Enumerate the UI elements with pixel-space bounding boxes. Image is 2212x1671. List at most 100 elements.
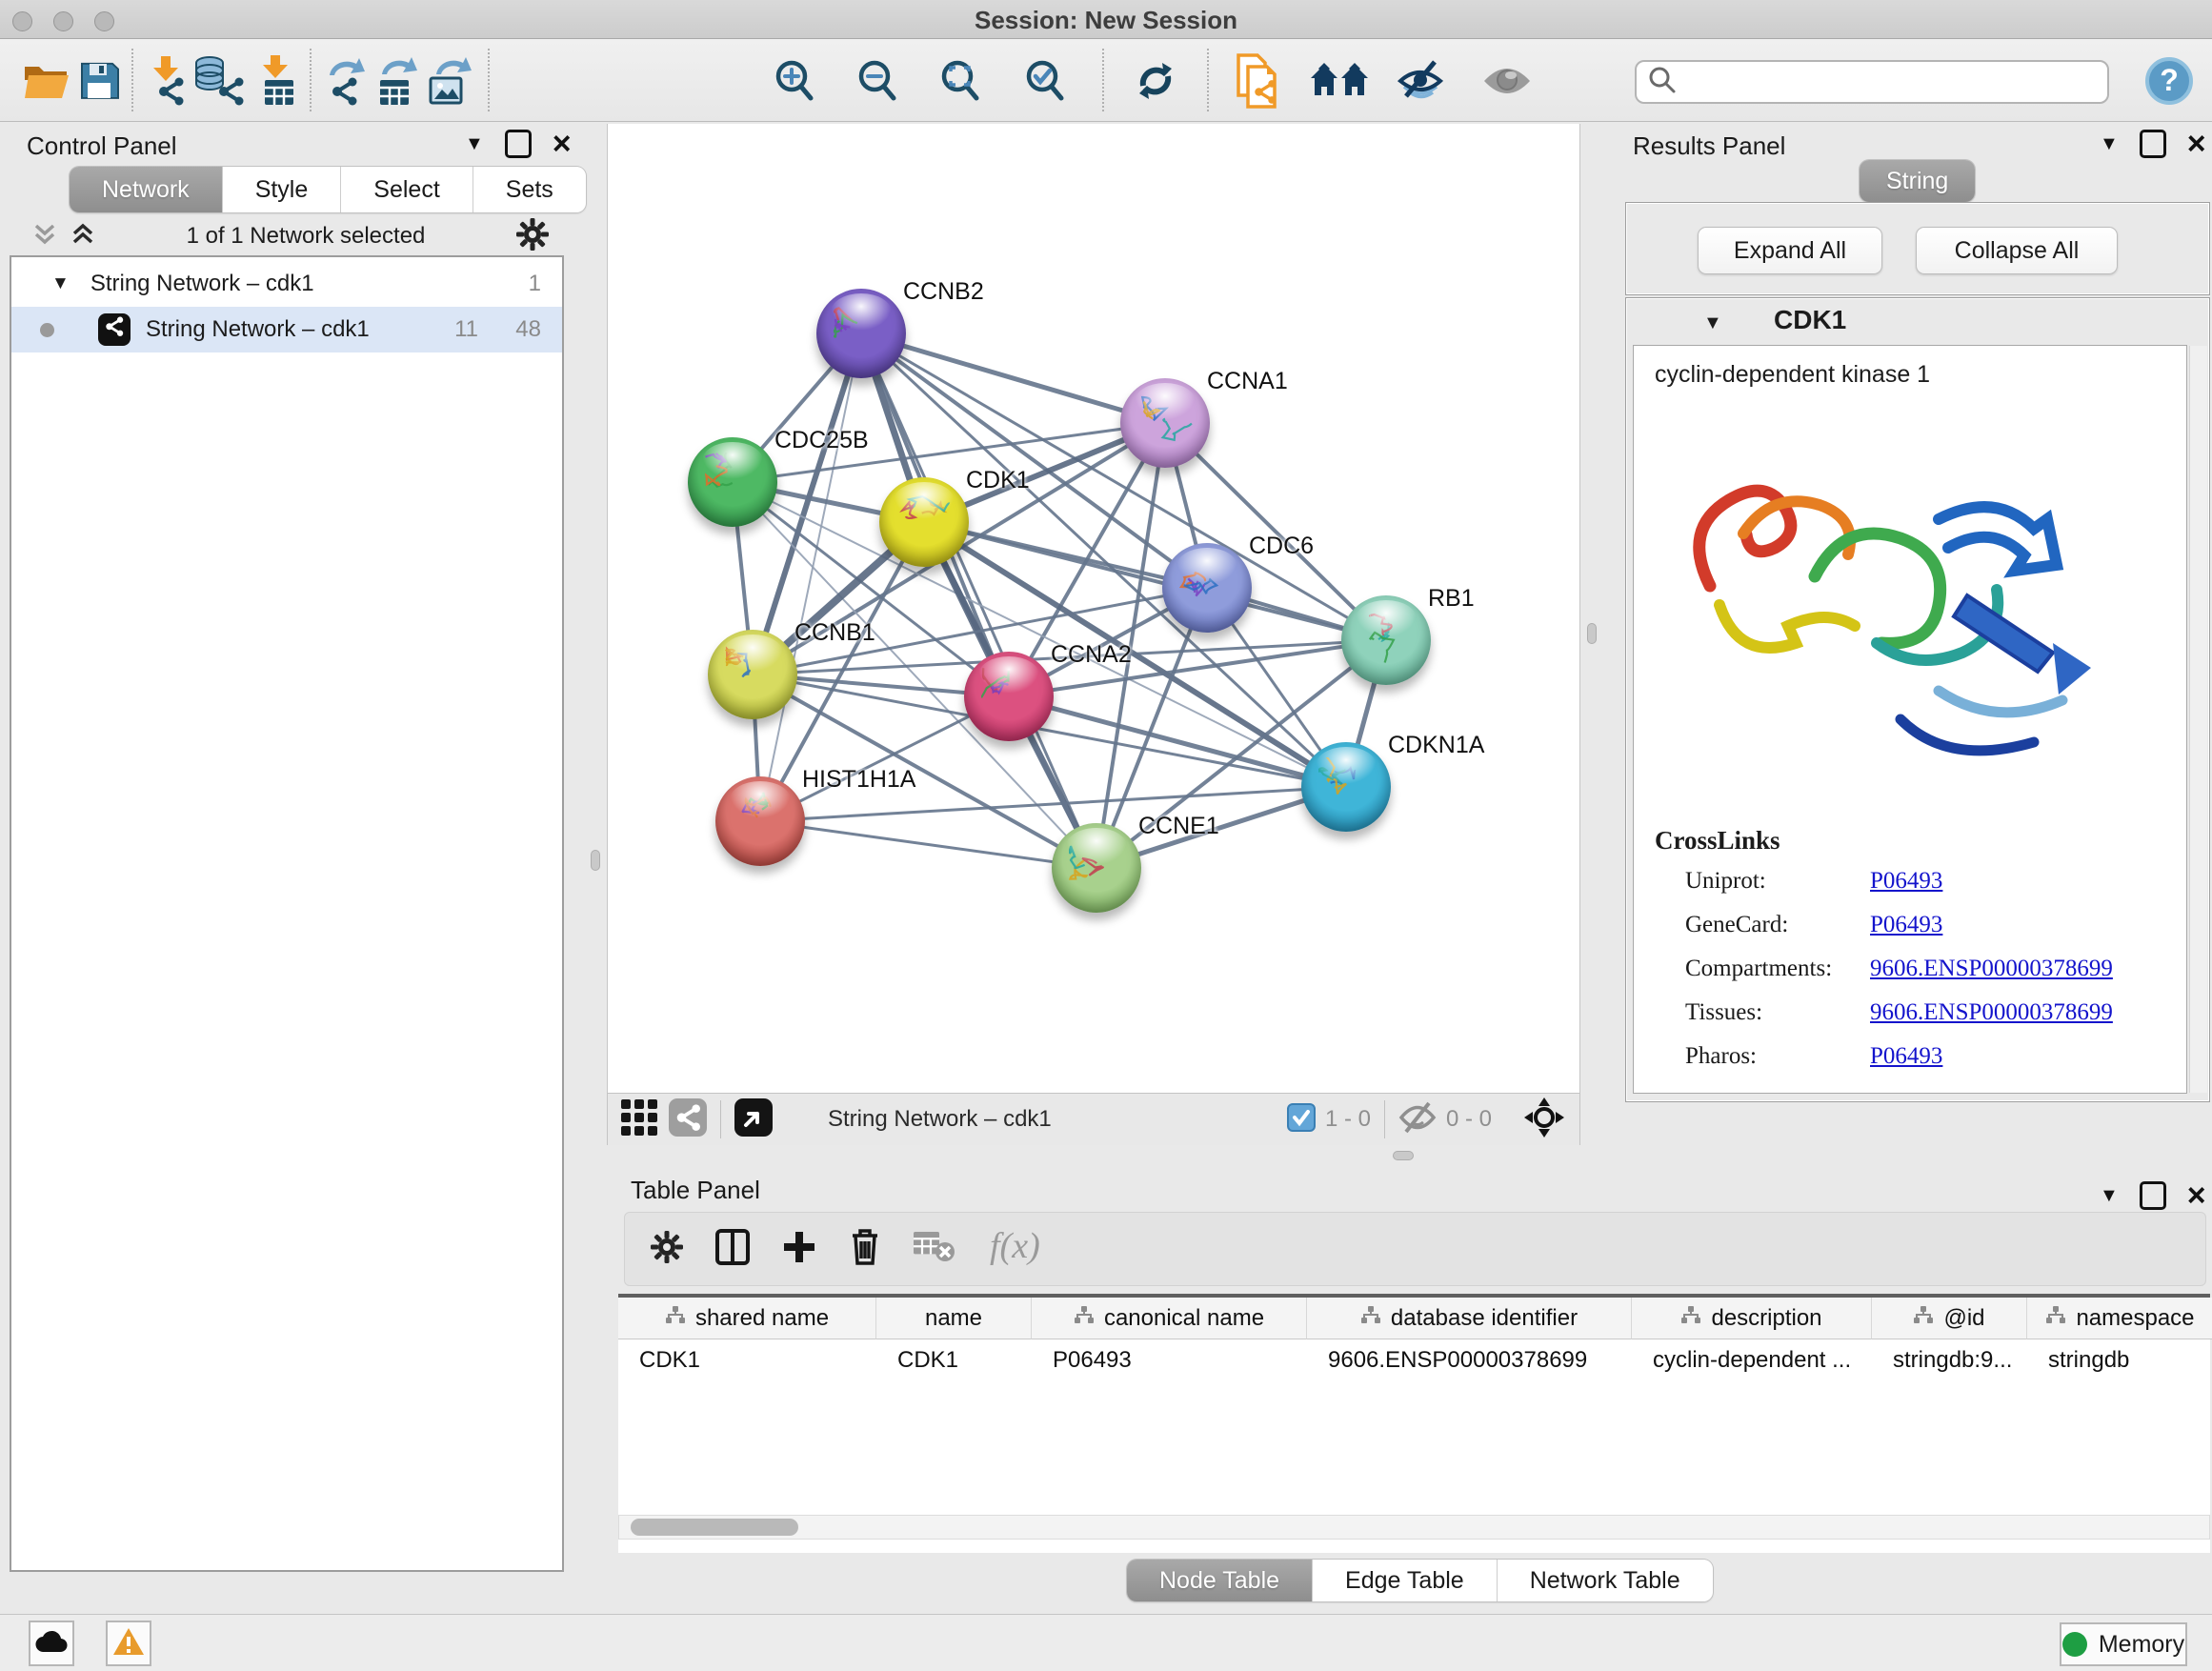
network-node-ccna2[interactable] [964, 652, 1054, 741]
cloud-status-button[interactable] [29, 1621, 74, 1666]
crosslink-value-link[interactable]: P06493 [1870, 1043, 1942, 1070]
network-collection-row[interactable]: ▼ String Network – cdk1 1 [11, 261, 562, 307]
gene-detail-box: cyclin-dependent kinase 1 CrossLinks Uni… [1633, 345, 2187, 1094]
close-panel-icon[interactable]: × [2187, 1184, 2206, 1207]
float-panel-icon[interactable] [2140, 130, 2166, 158]
function-builder-icon[interactable]: f(x) [988, 1226, 1058, 1273]
table-cell[interactable]: 9606.ENSP00000378699 [1307, 1339, 1632, 1381]
collapse-all-networks-icon[interactable] [32, 222, 57, 252]
detach-view-icon[interactable] [734, 1098, 773, 1141]
column-header-namespace[interactable]: namespace [2027, 1298, 2212, 1339]
gene-collapse-icon[interactable]: ▼ [1703, 312, 1722, 334]
panel-menu-icon[interactable]: ▼ [2100, 133, 2119, 155]
results-scrollbar[interactable] [2189, 346, 2207, 1093]
scrollbar-thumb[interactable] [631, 1519, 798, 1536]
table-cell[interactable]: CDK1 [876, 1339, 1032, 1381]
open-session-button[interactable] [23, 56, 70, 106]
float-panel-icon[interactable] [505, 130, 532, 158]
table-options-gear-icon[interactable] [651, 1231, 683, 1268]
panel-menu-icon[interactable]: ▼ [465, 133, 484, 155]
network-node-ccne1[interactable] [1052, 823, 1141, 913]
grid-view-icon[interactable] [621, 1099, 657, 1140]
table-cell[interactable]: stringdb [2027, 1339, 2212, 1381]
tab-network-table[interactable]: Network Table [1497, 1560, 1713, 1601]
close-panel-icon[interactable]: × [2187, 132, 2206, 155]
table-row[interactable]: CDK1CDK1P064939606.ENSP00000378699cyclin… [618, 1339, 2210, 1381]
import-network-from-database-button[interactable] [193, 56, 245, 106]
hide-details-button[interactable] [1397, 56, 1444, 106]
network-node-cdkn1a[interactable] [1301, 742, 1391, 832]
search-input[interactable] [1677, 68, 2081, 96]
network-node-hist1h1a[interactable] [715, 776, 805, 866]
fit-selected-icon[interactable] [1524, 1097, 1564, 1142]
tab-sets[interactable]: Sets [473, 167, 586, 212]
table-cell[interactable]: P06493 [1032, 1339, 1307, 1381]
delete-table-icon[interactable] [914, 1232, 955, 1267]
crosslink-value-link[interactable]: P06493 [1870, 868, 1942, 895]
collapse-all-button[interactable]: Collapse All [1916, 227, 2118, 274]
crosslink-value-link[interactable]: 9606.ENSP00000378699 [1870, 956, 2113, 982]
network-options-gear-icon[interactable] [516, 218, 549, 255]
table-cell[interactable]: cyclin-dependent ... [1632, 1339, 1872, 1381]
warnings-button[interactable] [106, 1621, 151, 1666]
help-button[interactable]: ? [2145, 56, 2193, 106]
network-canvas[interactable]: CCNB2CCNA1CDC25BCDK1CDC6RB1CCNB1CCNA2CDK… [607, 124, 1580, 1093]
table-horizontal-scrollbar[interactable] [618, 1515, 2210, 1540]
memory-button[interactable]: Memory [2060, 1622, 2187, 1666]
network-node-rb1[interactable] [1341, 595, 1431, 685]
float-panel-icon[interactable] [2140, 1181, 2166, 1210]
network-row[interactable]: String Network – cdk1 11 48 [11, 307, 562, 352]
close-panel-icon[interactable]: × [553, 132, 572, 155]
tab-style[interactable]: Style [222, 167, 341, 212]
selected-checkbox-icon[interactable] [1287, 1103, 1316, 1137]
clone-network-button[interactable] [1235, 56, 1284, 106]
apply-layout-button[interactable] [1134, 56, 1177, 106]
network-node-ccna1[interactable] [1120, 378, 1210, 468]
column-header-name[interactable]: name [876, 1298, 1032, 1339]
tab-edge-table[interactable]: Edge Table [1312, 1560, 1497, 1601]
network-node-cdc6[interactable] [1162, 543, 1252, 633]
splitter-handle[interactable] [1587, 623, 1597, 644]
zoom-in-button[interactable] [774, 56, 815, 106]
tab-network[interactable]: Network [70, 167, 222, 212]
column-header-@id[interactable]: @id [1872, 1298, 2027, 1339]
share-view-icon[interactable] [669, 1098, 707, 1141]
table-cell[interactable]: CDK1 [618, 1339, 876, 1381]
tab-select[interactable]: Select [340, 167, 472, 212]
table-cell[interactable]: stringdb:9... [1872, 1339, 2027, 1381]
collection-expand-icon[interactable]: ▼ [51, 273, 70, 294]
splitter-handle[interactable] [1393, 1151, 1414, 1160]
network-node-cdk1[interactable] [879, 477, 969, 567]
search-box[interactable] [1635, 60, 2109, 104]
network-node-ccnb1[interactable] [708, 630, 797, 719]
column-header-shared-name[interactable]: shared name [618, 1298, 876, 1339]
show-details-button[interactable] [1482, 56, 1532, 106]
network-node-ccnb2[interactable] [816, 289, 906, 378]
column-header-description[interactable]: description [1632, 1298, 1872, 1339]
panel-menu-icon[interactable]: ▼ [2100, 1185, 2119, 1207]
export-network-button[interactable] [324, 56, 368, 106]
import-table-button[interactable] [257, 56, 297, 106]
tab-string[interactable]: String [1860, 160, 1975, 202]
delete-column-icon[interactable] [849, 1228, 881, 1271]
save-session-button[interactable] [78, 56, 120, 106]
column-header-canonical-name[interactable]: canonical name [1032, 1298, 1307, 1339]
show-columns-icon[interactable] [715, 1229, 750, 1270]
export-image-button[interactable] [427, 56, 473, 106]
export-table-button[interactable] [374, 56, 418, 106]
zoom-selected-button[interactable] [1024, 56, 1066, 106]
column-header-database-identifier[interactable]: database identifier [1307, 1298, 1632, 1339]
add-column-icon[interactable] [782, 1230, 816, 1269]
zoom-out-button[interactable] [856, 56, 898, 106]
string-home-button[interactable] [1309, 56, 1370, 106]
import-network-button[interactable] [147, 56, 187, 106]
crosslink-value-link[interactable]: P06493 [1870, 912, 1942, 938]
zoom-fit-button[interactable] [939, 56, 981, 106]
crosslink-value-link[interactable]: 9606.ENSP00000378699 [1870, 999, 2113, 1026]
expand-all-button[interactable]: Expand All [1698, 227, 1882, 274]
splitter-handle[interactable] [591, 850, 600, 871]
network-node-cdc25b[interactable] [688, 437, 777, 527]
hidden-eye-icon[interactable] [1398, 1101, 1437, 1138]
expand-all-networks-icon[interactable] [70, 222, 95, 252]
tab-node-table[interactable]: Node Table [1127, 1560, 1312, 1601]
